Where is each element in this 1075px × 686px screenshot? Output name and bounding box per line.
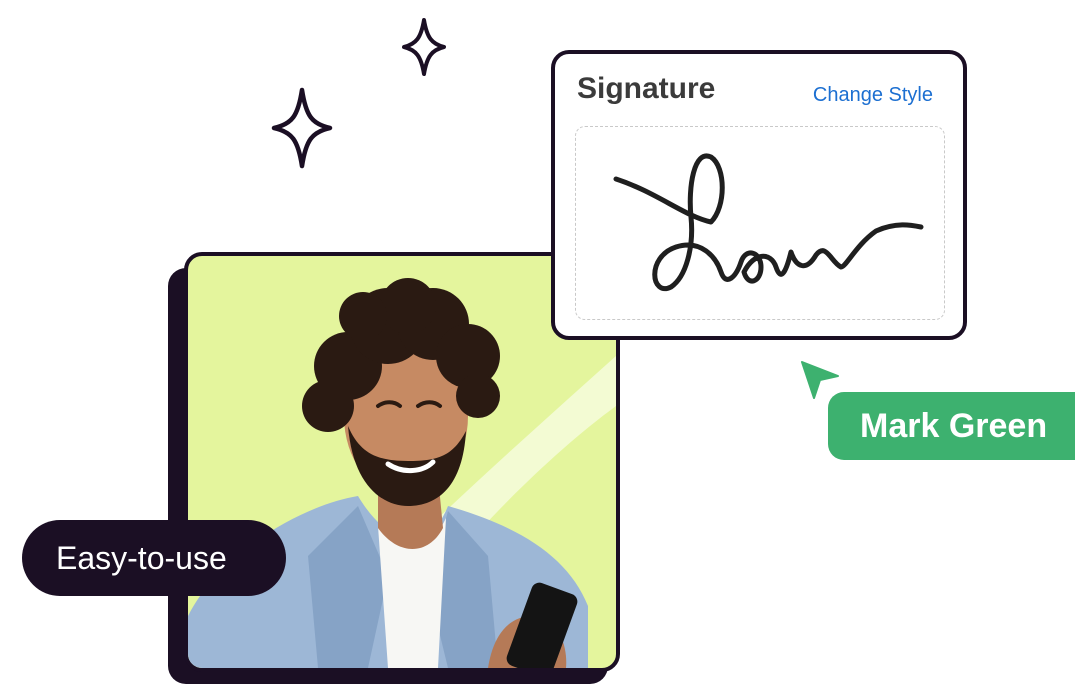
signature-pad[interactable] (575, 126, 945, 320)
sparkle-icon (402, 18, 446, 76)
change-style-link[interactable]: Change Style (813, 84, 933, 107)
signature-title: Signature (577, 72, 716, 105)
signer-name-tag: Mark Green (828, 392, 1075, 460)
sparkle-icon (271, 87, 333, 169)
signature-card: Signature Change Style (551, 50, 967, 340)
signature-drawing (613, 153, 924, 292)
feature-pill: Easy-to-use (22, 520, 286, 596)
